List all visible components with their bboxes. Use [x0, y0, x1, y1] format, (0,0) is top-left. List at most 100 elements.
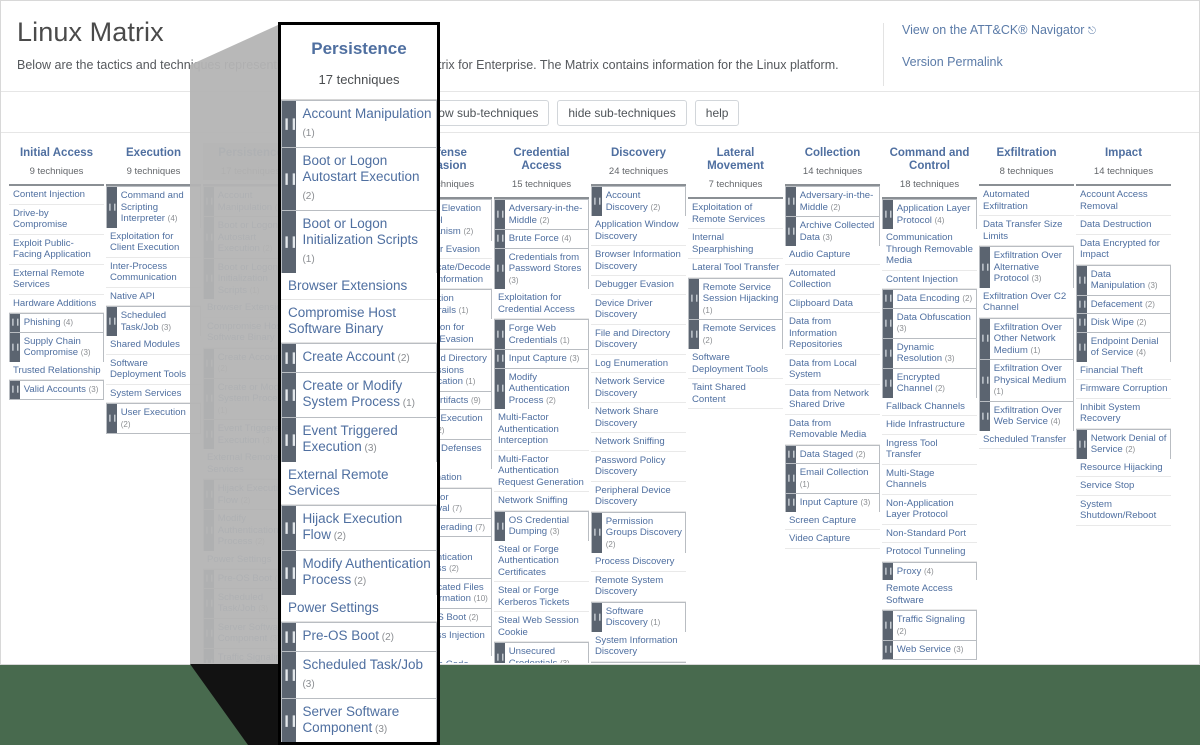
- expand-subtechniques-icon[interactable]: ❙❙: [786, 494, 797, 512]
- technique-cell[interactable]: Inhibit System Recovery: [1076, 398, 1171, 429]
- column-tactic-name[interactable]: Discovery: [593, 147, 684, 160]
- expand-subtechniques-icon[interactable]: ❙❙: [786, 445, 797, 463]
- expand-subtechniques-icon[interactable]: ❙❙: [10, 332, 21, 362]
- technique-cell[interactable]: ❙❙Traffic Signaling (2): [882, 610, 977, 641]
- magnified-technique-cell[interactable]: Compromise Host Software Binary: [281, 300, 437, 343]
- expand-subtechniques-icon[interactable]: ❙❙: [495, 320, 506, 349]
- technique-cell[interactable]: ❙❙ Data Obfuscation (3): [882, 307, 977, 339]
- expand-subtechniques-icon[interactable]: ❙❙: [1077, 295, 1088, 313]
- expand-subtechniques-icon[interactable]: ❙❙: [204, 480, 215, 509]
- technique-cell[interactable]: Exploitation of Remote Services: [688, 199, 783, 229]
- technique-cell[interactable]: Automated Collection: [785, 264, 880, 295]
- column-tactic-name[interactable]: Credential Access: [496, 147, 587, 173]
- technique-cell[interactable]: Automated Exfiltration: [979, 186, 1074, 216]
- expand-subtechniques-icon[interactable]: ❙❙: [883, 290, 894, 308]
- technique-cell[interactable]: ❙❙ Remote Services (2): [688, 319, 783, 350]
- technique-cell[interactable]: ❙❙ Exfiltration Over Physical Medium (1): [979, 359, 1074, 402]
- help-button[interactable]: help: [694, 99, 740, 126]
- technique-cell[interactable]: ❙❙ Proxy (4): [882, 561, 977, 581]
- expand-subtechniques-icon[interactable]: ❙❙: [883, 338, 894, 368]
- technique-cell[interactable]: ❙❙Modify Authentication Process (2): [494, 367, 589, 410]
- technique-cell[interactable]: Trusted Relationship: [9, 361, 104, 380]
- technique-cell[interactable]: ❙❙ OS Credential Dumping (3): [494, 510, 589, 542]
- technique-cell[interactable]: ❙❙ Brute Force (4): [494, 229, 589, 249]
- expand-subtechniques-icon[interactable]: ❙❙: [282, 506, 299, 550]
- column-tactic-name[interactable]: Exfiltration: [981, 147, 1072, 160]
- expand-subtechniques-icon[interactable]: ❙❙: [10, 381, 21, 399]
- technique-cell[interactable]: Remote Access Software: [882, 580, 977, 610]
- technique-cell[interactable]: Native API: [106, 287, 201, 306]
- expand-subtechniques-icon[interactable]: ❙❙: [204, 378, 215, 419]
- technique-cell[interactable]: Non-Application Layer Protocol: [882, 494, 977, 525]
- technique-cell[interactable]: Log Enumeration: [591, 354, 686, 373]
- technique-cell[interactable]: Screen Capture: [785, 511, 880, 530]
- expand-subtechniques-icon[interactable]: ❙❙: [282, 101, 299, 147]
- technique-cell[interactable]: ❙❙ Disk Wipe (2): [1076, 313, 1171, 333]
- expand-subtechniques-icon[interactable]: ❙❙: [689, 320, 700, 349]
- technique-cell[interactable]: Application Window Discovery: [591, 216, 686, 246]
- technique-cell[interactable]: Communication Through Removable Media: [882, 229, 977, 271]
- technique-cell[interactable]: System Services: [106, 384, 201, 403]
- expand-subtechniques-icon[interactable]: ❙❙: [495, 368, 506, 409]
- technique-cell[interactable]: Steal Web Session Cookie: [494, 612, 589, 642]
- technique-cell[interactable]: Debugger Evasion: [591, 276, 686, 295]
- column-tactic-name[interactable]: Command and Control: [884, 147, 975, 173]
- expand-subtechniques-icon[interactable]: ❙❙: [980, 247, 991, 288]
- expand-subtechniques-icon[interactable]: ❙❙: [282, 373, 299, 417]
- version-permalink-link[interactable]: Version Permalink: [902, 55, 1183, 70]
- expand-subtechniques-icon[interactable]: ❙❙: [204, 187, 215, 216]
- technique-cell[interactable]: ❙❙ Command and Scripting Interpreter (4): [106, 186, 201, 229]
- expand-subtechniques-icon[interactable]: ❙❙: [282, 344, 299, 372]
- technique-cell[interactable]: Content Injection: [882, 270, 977, 289]
- expand-subtechniques-icon[interactable]: ❙❙: [204, 588, 215, 618]
- technique-cell[interactable]: Data Encrypted for Impact: [1076, 234, 1171, 265]
- technique-cell[interactable]: ❙❙ Network Denial of Service (2): [1076, 428, 1171, 460]
- technique-cell[interactable]: ❙❙ Input Capture (3): [785, 493, 880, 513]
- technique-cell[interactable]: ❙❙ Application Layer Protocol (4): [882, 199, 977, 230]
- expand-subtechniques-icon[interactable]: ❙❙: [204, 510, 215, 551]
- technique-cell[interactable]: Account Access Removal: [1076, 186, 1171, 216]
- expand-subtechniques-icon[interactable]: ❙❙: [495, 248, 506, 289]
- technique-cell[interactable]: ❙❙ Input Capture (3): [494, 349, 589, 369]
- technique-cell[interactable]: ❙❙ Data Staged (2): [785, 444, 880, 464]
- technique-cell[interactable]: ❙❙ Data Manipulation (3): [1076, 264, 1171, 296]
- expand-subtechniques-icon[interactable]: ❙❙: [282, 211, 299, 273]
- technique-cell[interactable]: File and Directory Discovery: [591, 324, 686, 355]
- technique-cell[interactable]: ❙❙ Unsecured Credentials (3): [494, 642, 589, 663]
- expand-subtechniques-icon[interactable]: ❙❙: [204, 618, 215, 648]
- technique-cell[interactable]: Exfiltration Over C2 Channel: [979, 287, 1074, 318]
- technique-cell[interactable]: ❙❙ User Execution (2): [106, 403, 201, 434]
- expand-subtechniques-icon[interactable]: ❙❙: [592, 512, 603, 553]
- expand-subtechniques-icon[interactable]: ❙❙: [107, 187, 118, 228]
- technique-cell[interactable]: ❙❙ Defacement (2): [1076, 294, 1171, 314]
- expand-subtechniques-icon[interactable]: ❙❙: [204, 348, 215, 378]
- magnified-technique-cell[interactable]: External Remote Services: [281, 462, 437, 505]
- expand-subtechniques-icon[interactable]: ❙❙: [1077, 429, 1088, 459]
- magnified-technique-cell[interactable]: ❙❙ Create or Modify System Process (1): [281, 372, 437, 418]
- technique-cell[interactable]: ❙❙ Credentials from Password Stores (3): [494, 247, 589, 290]
- technique-cell[interactable]: Taint Shared Content: [688, 379, 783, 409]
- expand-subtechniques-icon[interactable]: ❙❙: [980, 360, 991, 401]
- technique-cell[interactable]: ❙❙ Forge Web Credentials (1): [494, 319, 589, 350]
- expand-subtechniques-icon[interactable]: ❙❙: [1077, 314, 1088, 332]
- column-tactic-name[interactable]: Impact: [1078, 147, 1169, 160]
- technique-cell[interactable]: ❙❙ Email Collection (1): [785, 463, 880, 494]
- technique-cell[interactable]: ❙❙Valid Accounts (3): [9, 380, 104, 400]
- magnified-technique-cell[interactable]: ❙❙ Scheduled Task/Job (3): [281, 651, 437, 699]
- technique-cell[interactable]: Resource Hijacking: [1076, 458, 1171, 477]
- technique-cell[interactable]: ❙❙ Remote Service Session Hijacking (1): [688, 277, 783, 320]
- expand-subtechniques-icon[interactable]: ❙❙: [592, 602, 603, 632]
- technique-cell[interactable]: ❙❙ Web Service (3): [882, 640, 977, 660]
- technique-cell[interactable]: Steal or Forge Kerberos Tickets: [494, 582, 589, 612]
- technique-cell[interactable]: Drive-by Compromise: [9, 204, 104, 235]
- technique-cell[interactable]: Ingress Tool Transfer: [882, 434, 977, 465]
- expand-subtechniques-icon[interactable]: ❙❙: [592, 662, 602, 663]
- magnified-technique-cell[interactable]: ❙❙ Boot or Logon Initialization Scripts (…: [281, 210, 437, 274]
- expand-subtechniques-icon[interactable]: ❙❙: [204, 217, 215, 258]
- technique-cell[interactable]: Software Deployment Tools: [688, 349, 783, 379]
- technique-cell[interactable]: Data from Local System: [785, 354, 880, 385]
- magnified-technique-cell[interactable]: ❙❙ Boot or Logon Autostart Execution (2): [281, 147, 437, 211]
- magnified-technique-cell[interactable]: ❙❙ Pre-OS Boot (2): [281, 622, 437, 652]
- technique-cell[interactable]: Multi-Factor Authentication Interception: [494, 409, 589, 451]
- technique-cell[interactable]: ❙❙ Archive Collected Data (3): [785, 216, 880, 247]
